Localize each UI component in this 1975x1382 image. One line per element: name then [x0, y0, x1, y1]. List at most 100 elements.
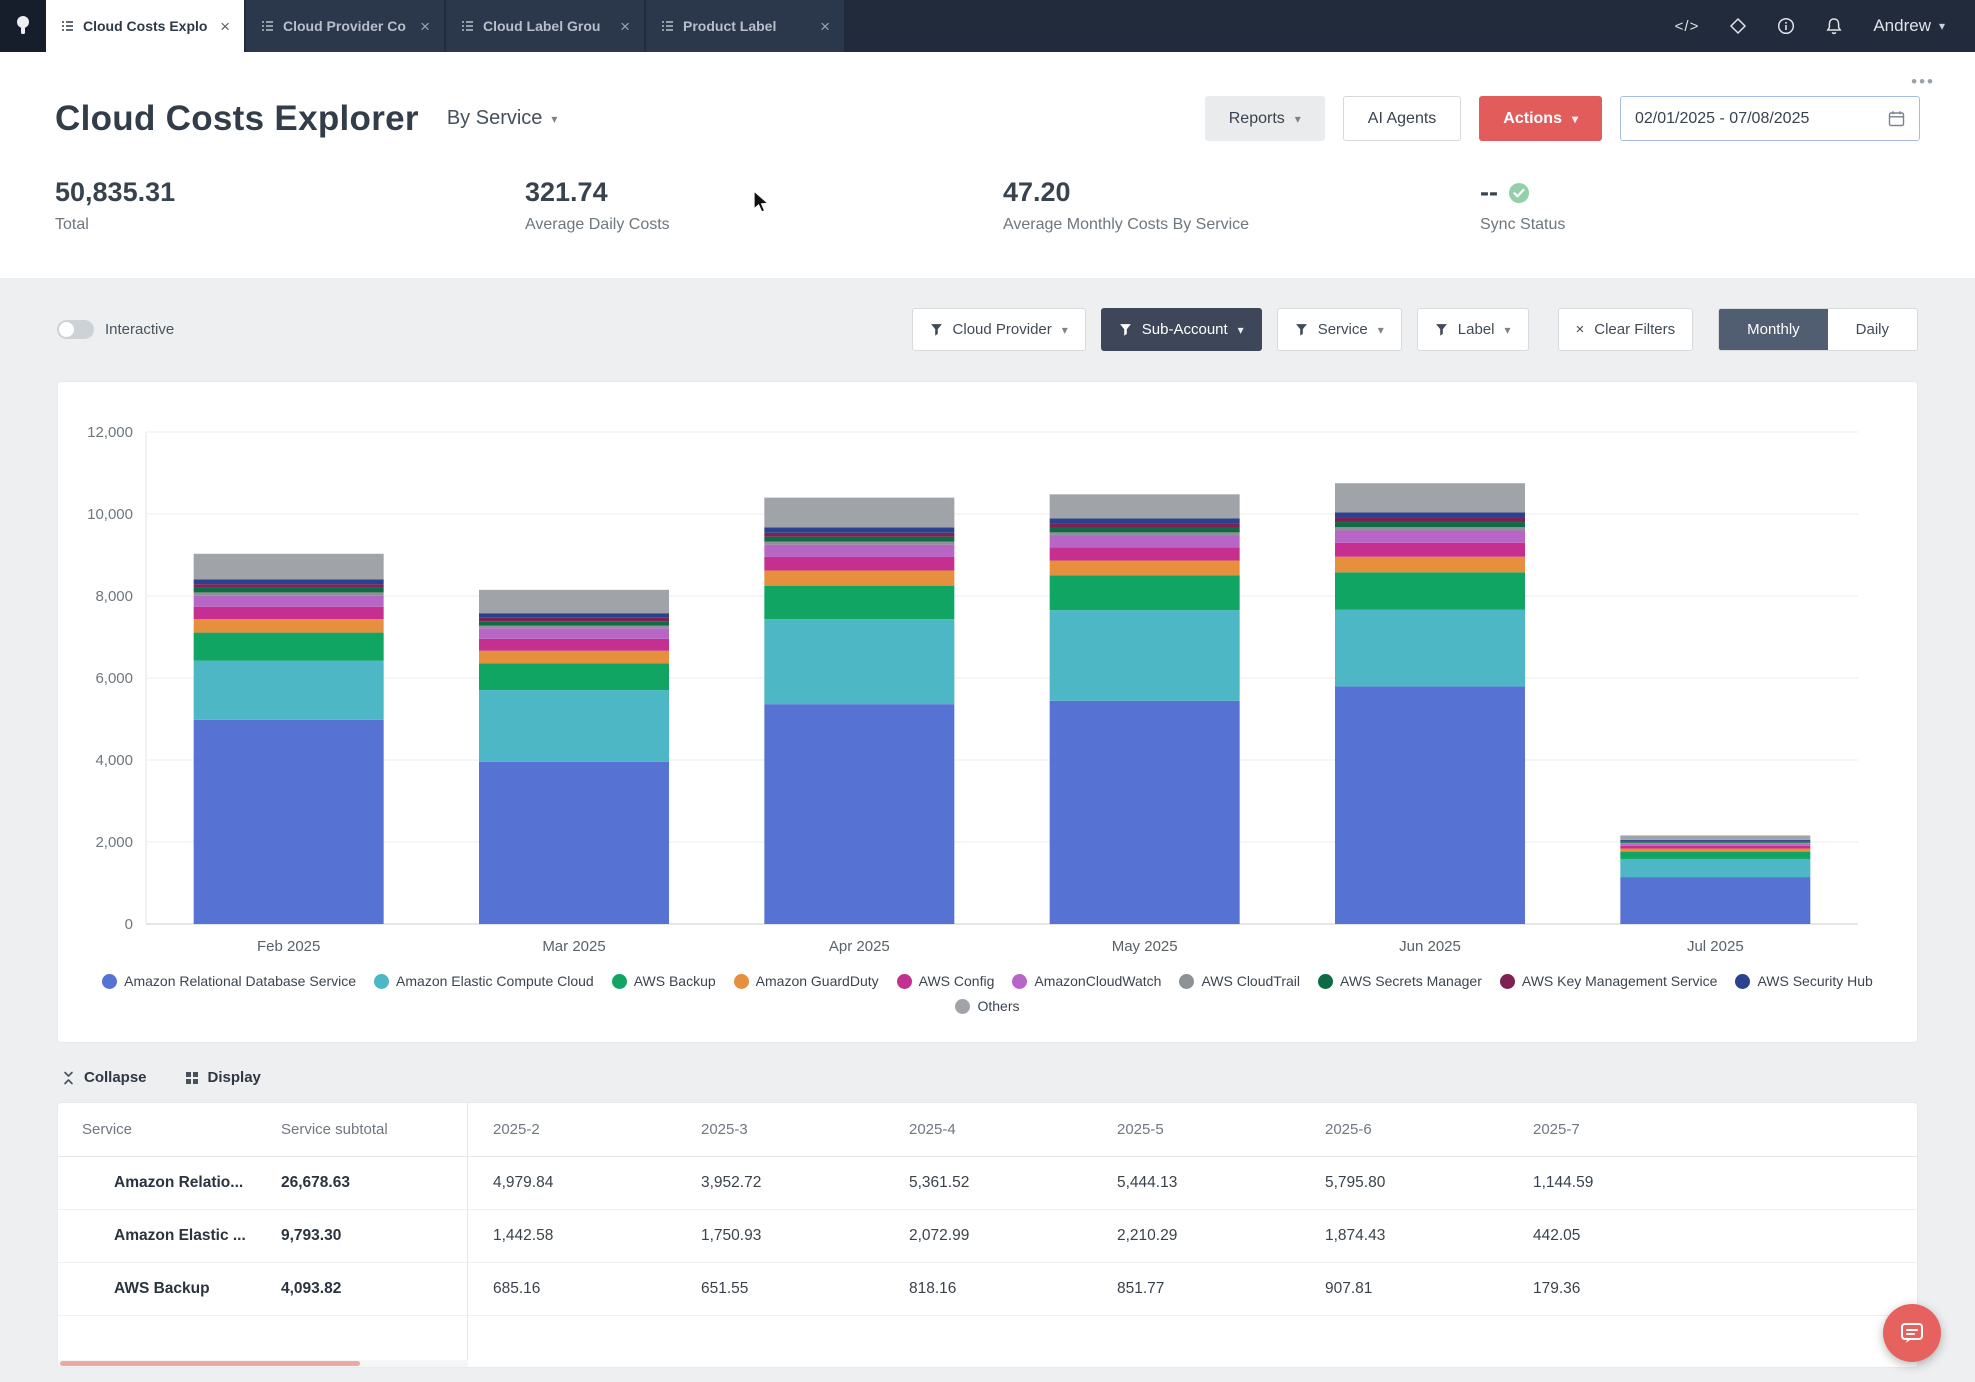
- bar-segment[interactable]: [479, 590, 669, 613]
- bar-segment[interactable]: [1335, 610, 1525, 687]
- bar-segment[interactable]: [1335, 512, 1525, 518]
- tab-product-label[interactable]: Product Label ×: [646, 0, 844, 52]
- daily-toggle-button[interactable]: Daily: [1828, 309, 1917, 350]
- bar-segment[interactable]: [1335, 483, 1525, 512]
- service-name-cell[interactable]: AWS Backup: [58, 1280, 281, 1298]
- clear-filters-button[interactable]: × Clear Filters: [1558, 308, 1694, 351]
- scrollbar-thumb[interactable]: [60, 1361, 360, 1366]
- bar-segment[interactable]: [479, 762, 669, 924]
- bar-segment[interactable]: [1620, 859, 1810, 877]
- bar-segment[interactable]: [194, 619, 384, 633]
- actions-button[interactable]: Actions ▾: [1479, 96, 1602, 141]
- bar-segment[interactable]: [194, 595, 384, 606]
- bar-segment[interactable]: [1620, 843, 1810, 844]
- info-icon[interactable]: [1777, 17, 1795, 35]
- bar-segment[interactable]: [1050, 610, 1240, 701]
- bar-segment[interactable]: [194, 554, 384, 580]
- bar-segment[interactable]: [479, 613, 669, 618]
- bar-segment[interactable]: [1050, 560, 1240, 575]
- bar-segment[interactable]: [1335, 527, 1525, 530]
- legend-item[interactable]: Amazon Relational Database Service: [102, 973, 356, 989]
- bar-segment[interactable]: [1050, 701, 1240, 924]
- bar-segment[interactable]: [194, 588, 384, 593]
- tab-cloud-provider[interactable]: Cloud Provider Co ×: [246, 0, 444, 52]
- bar-segment[interactable]: [479, 626, 669, 629]
- bar-segment[interactable]: [479, 690, 669, 762]
- bar-segment[interactable]: [1050, 527, 1240, 532]
- bar-segment[interactable]: [1335, 557, 1525, 573]
- more-menu-icon[interactable]: •••: [1911, 72, 1935, 92]
- monthly-toggle-button[interactable]: Monthly: [1719, 309, 1828, 350]
- collapse-button[interactable]: Collapse: [62, 1069, 147, 1086]
- legend-item[interactable]: AWS CloudTrail: [1179, 973, 1300, 989]
- bar-segment[interactable]: [764, 527, 954, 532]
- legend-item[interactable]: Amazon Elastic Compute Cloud: [374, 973, 594, 989]
- legend-item[interactable]: Others: [955, 998, 1019, 1014]
- interactive-toggle[interactable]: [57, 320, 94, 339]
- tab-cloud-label-group[interactable]: Cloud Label Grou ×: [446, 0, 644, 52]
- bar-segment[interactable]: [1335, 572, 1525, 609]
- bar-segment[interactable]: [1620, 840, 1810, 841]
- cost-stacked-bar-chart[interactable]: 02,0004,0006,0008,00010,00012,000Feb 202…: [58, 398, 1918, 964]
- app-logo[interactable]: [0, 0, 46, 52]
- bar-segment[interactable]: [1335, 543, 1525, 557]
- diamond-icon[interactable]: [1729, 17, 1747, 35]
- bar-segment[interactable]: [194, 720, 384, 924]
- legend-item[interactable]: AWS Key Management Service: [1500, 973, 1718, 989]
- bar-segment[interactable]: [194, 592, 384, 595]
- service-name-cell[interactable]: Amazon Relatio...: [58, 1174, 281, 1192]
- bar-segment[interactable]: [1620, 835, 1810, 839]
- bar-segment[interactable]: [764, 619, 954, 704]
- bar-segment[interactable]: [194, 607, 384, 619]
- bar-segment[interactable]: [1620, 842, 1810, 843]
- close-icon[interactable]: ×: [620, 18, 630, 35]
- code-icon[interactable]: </>: [1675, 18, 1700, 35]
- bar-segment[interactable]: [194, 579, 384, 584]
- close-icon[interactable]: ×: [420, 18, 430, 35]
- bar-segment[interactable]: [479, 618, 669, 621]
- service-filter-button[interactable]: Service ▾: [1277, 308, 1402, 351]
- bar-segment[interactable]: [764, 542, 954, 545]
- bar-segment[interactable]: [764, 545, 954, 557]
- legend-item[interactable]: AWS Security Hub: [1735, 973, 1872, 989]
- ai-agents-button[interactable]: AI Agents: [1343, 96, 1462, 141]
- bar-segment[interactable]: [1050, 535, 1240, 547]
- bar-segment[interactable]: [1050, 518, 1240, 523]
- bar-segment[interactable]: [1620, 849, 1810, 852]
- bar-segment[interactable]: [1620, 843, 1810, 845]
- bar-segment[interactable]: [1335, 518, 1525, 522]
- bar-segment[interactable]: [194, 584, 384, 588]
- legend-item[interactable]: AmazonCloudWatch: [1012, 973, 1161, 989]
- bar-segment[interactable]: [764, 586, 954, 620]
- display-button[interactable]: Display: [185, 1069, 261, 1086]
- bar-segment[interactable]: [1050, 532, 1240, 535]
- bar-segment[interactable]: [1050, 524, 1240, 528]
- table-row[interactable]: Amazon Elastic ...9,793.301,442.581,750.…: [58, 1210, 1917, 1263]
- bar-segment[interactable]: [764, 533, 954, 537]
- bar-segment[interactable]: [1620, 846, 1810, 849]
- bar-segment[interactable]: [479, 651, 669, 664]
- bar-segment[interactable]: [194, 633, 384, 661]
- bar-segment[interactable]: [1050, 575, 1240, 610]
- date-range-input[interactable]: [1635, 110, 1878, 128]
- reports-button[interactable]: Reports ▾: [1205, 96, 1325, 141]
- cloud-provider-filter-button[interactable]: Cloud Provider ▾: [912, 308, 1086, 351]
- label-filter-button[interactable]: Label ▾: [1417, 308, 1529, 351]
- bar-segment[interactable]: [764, 557, 954, 571]
- close-icon[interactable]: ×: [820, 18, 830, 35]
- bar-segment[interactable]: [1050, 494, 1240, 518]
- bar-segment[interactable]: [194, 661, 384, 720]
- legend-item[interactable]: AWS Secrets Manager: [1318, 973, 1482, 989]
- table-row[interactable]: AWS Backup4,093.82685.16651.55818.16851.…: [58, 1263, 1917, 1316]
- legend-item[interactable]: AWS Backup: [612, 973, 716, 989]
- sub-account-filter-button[interactable]: Sub-Account ▾: [1101, 308, 1262, 351]
- date-range-picker[interactable]: [1620, 96, 1920, 141]
- bar-segment[interactable]: [1335, 530, 1525, 542]
- bar-segment[interactable]: [764, 704, 954, 924]
- bar-segment[interactable]: [1050, 547, 1240, 560]
- table-row[interactable]: Amazon Relatio...26,678.634,979.843,952.…: [58, 1157, 1917, 1210]
- close-icon[interactable]: ×: [220, 18, 230, 35]
- legend-item[interactable]: AWS Config: [897, 973, 995, 989]
- chat-button[interactable]: [1883, 1304, 1941, 1362]
- service-name-cell[interactable]: Amazon Elastic ...: [58, 1227, 281, 1245]
